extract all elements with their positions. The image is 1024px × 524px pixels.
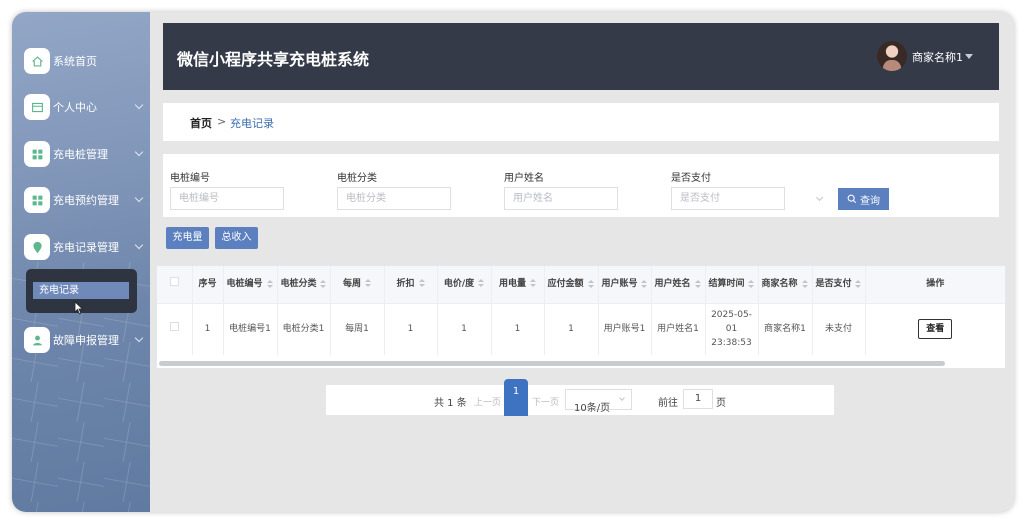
location-pin-icon [24,234,50,260]
search-label-user-name: 用户姓名 [504,173,544,184]
cell-amount-due: 1 [544,303,599,355]
sidebar-item-label: 充电桩管理 [53,148,108,161]
pagination-prev[interactable]: 上一页 [474,395,501,408]
breadcrumb-current: 充电记录 [230,117,274,130]
app-frame: 系统首页 个人中心 充电桩管理 充电预约管理 充电记录管理 充电记录 故障申报管… [12,12,1014,512]
sidebar: 系统首页 个人中心 充电桩管理 充电预约管理 充电记录管理 充电记录 故障申报管… [12,12,150,512]
select-all-checkbox[interactable] [157,266,193,304]
sidebar-item-charge-records[interactable]: 充电记录管理 [24,233,148,261]
page-size-label: 10条/页 [574,403,611,414]
cell-index: 1 [192,303,224,355]
profile-card-icon [24,94,50,120]
search-panel: 电桩编号 电桩编号 电桩分类 电桩分类 用户姓名 用户姓名 是否支付 是否支付 … [163,154,999,217]
home-icon [24,48,50,74]
col-header-settle-time[interactable]: 结算时间 [705,266,759,304]
search-label-charger-no: 电桩编号 [170,173,210,184]
sidebar-item-label: 个人中心 [53,101,97,114]
col-header-user-account[interactable]: 用户账号 [598,266,652,304]
submenu-item-charge-record[interactable]: 充电记录 [33,282,129,299]
col-header-discount[interactable]: 折扣 [384,266,438,304]
cell-merchant: 商家名称1 [758,303,813,355]
sidebar-item-fault-report[interactable]: 故障申报管理 [24,326,148,354]
chevron-down-icon [815,193,824,202]
chevron-down-icon [134,333,144,343]
grid-icon [24,187,50,213]
cell-actions: 查看 [865,303,1005,355]
user-icon [24,327,50,353]
cell-charger-no: 电桩编号1 [223,303,278,355]
sidebar-item-reservation[interactable]: 充电预约管理 [24,186,148,214]
chevron-down-icon [134,100,144,110]
search-input-charger-no[interactable]: 电桩编号 [170,187,284,210]
page-size-select[interactable]: 10条/页 [565,389,632,414]
sidebar-item-home[interactable]: 系统首页 [24,47,148,75]
cell-weekly: 每周1 [330,303,385,355]
cell-price: 1 [437,303,492,355]
horizontal-scrollbar[interactable] [159,361,945,366]
cell-settle-time: 2025-05-01 23:38:53 [705,303,759,355]
chevron-down-icon [619,395,625,401]
cell-charger-type: 电桩分类1 [277,303,331,355]
pagination: 共 1 条 上一页 1 下一页 10条/页 前往 1 页 [326,379,834,416]
cell-discount: 1 [384,303,438,355]
search-icon [847,194,857,204]
cell-usage: 1 [491,303,545,355]
mouse-cursor-icon [74,301,84,315]
col-header-charger-type[interactable]: 电桩分类 [277,266,331,304]
col-header-actions: 操作 [865,266,1005,304]
view-button[interactable]: 查看 [918,319,953,340]
table-row: 1 电桩编号1 电桩分类1 每周1 1 1 1 1 用户账号1 用户姓名1 20… [157,303,1005,355]
col-header-price[interactable]: 电价/度 [437,266,492,304]
cell-user-account: 用户账号1 [598,303,652,355]
cell-user-name: 用户姓名1 [651,303,706,355]
chevron-down-icon [134,193,144,203]
sidebar-item-label: 充电记录管理 [53,241,119,254]
sidebar-item-label: 系统首页 [53,55,97,68]
col-header-index: 序号 [192,266,224,304]
col-header-paid[interactable]: 是否支付 [812,266,866,304]
chevron-down-icon [134,240,144,250]
grid-icon [24,141,50,167]
pagination-goto-suffix: 页 [716,398,726,409]
caret-down-icon[interactable] [965,54,973,59]
search-label-charger-type: 电桩分类 [337,173,377,184]
sidebar-item-charger[interactable]: 充电桩管理 [24,140,148,168]
col-header-user-name[interactable]: 用户姓名 [651,266,706,304]
pagination-total: 共 1 条 [434,398,467,409]
search-input-user-name[interactable]: 用户姓名 [504,187,618,210]
pagination-page-current[interactable]: 1 [504,379,528,416]
row-checkbox[interactable] [157,303,193,355]
col-header-usage[interactable]: 用电量 [491,266,545,304]
col-header-amount-due[interactable]: 应付金额 [544,266,599,304]
top-header: 微信小程序共享充电桩系统 商家名称1 [163,23,999,90]
col-header-merchant[interactable]: 商家名称 [758,266,813,304]
total-income-button[interactable]: 总收入 [215,227,258,249]
sidebar-item-label: 充电预约管理 [53,194,119,207]
charge-amount-button[interactable]: 充电量 [166,227,209,249]
table-header-row: 序号 电桩编号 电桩分类 每周 折扣 电价/度 用电量 应付金额 用户账号 用户… [157,266,1005,304]
chevron-down-icon [134,147,144,157]
cell-paid: 未支付 [812,303,866,355]
breadcrumb-separator: > [217,115,227,128]
app-title: 微信小程序共享充电桩系统 [177,50,370,69]
records-table: 序号 电桩编号 电桩分类 每周 折扣 电价/度 用电量 应付金额 用户账号 用户… [156,265,1006,369]
col-header-charger-no[interactable]: 电桩编号 [223,266,278,304]
pagination-goto-input[interactable]: 1 [683,389,713,409]
search-label-paid: 是否支付 [671,173,711,184]
search-button[interactable]: 查询 [838,188,889,210]
user-name[interactable]: 商家名称1 [912,49,963,65]
breadcrumb: 首页 > 充电记录 [163,103,999,141]
avatar[interactable] [877,41,907,71]
search-input-charger-type[interactable]: 电桩分类 [337,187,451,210]
sidebar-item-label: 故障申报管理 [53,334,119,347]
search-button-label: 查询 [860,195,880,207]
pagination-next[interactable]: 下一页 [532,395,559,408]
pagination-goto-prefix: 前往 [658,398,678,409]
col-header-weekly[interactable]: 每周 [330,266,385,304]
breadcrumb-home[interactable]: 首页 [190,115,212,131]
search-select-paid[interactable]: 是否支付 [671,187,785,210]
sidebar-item-profile[interactable]: 个人中心 [24,93,148,121]
